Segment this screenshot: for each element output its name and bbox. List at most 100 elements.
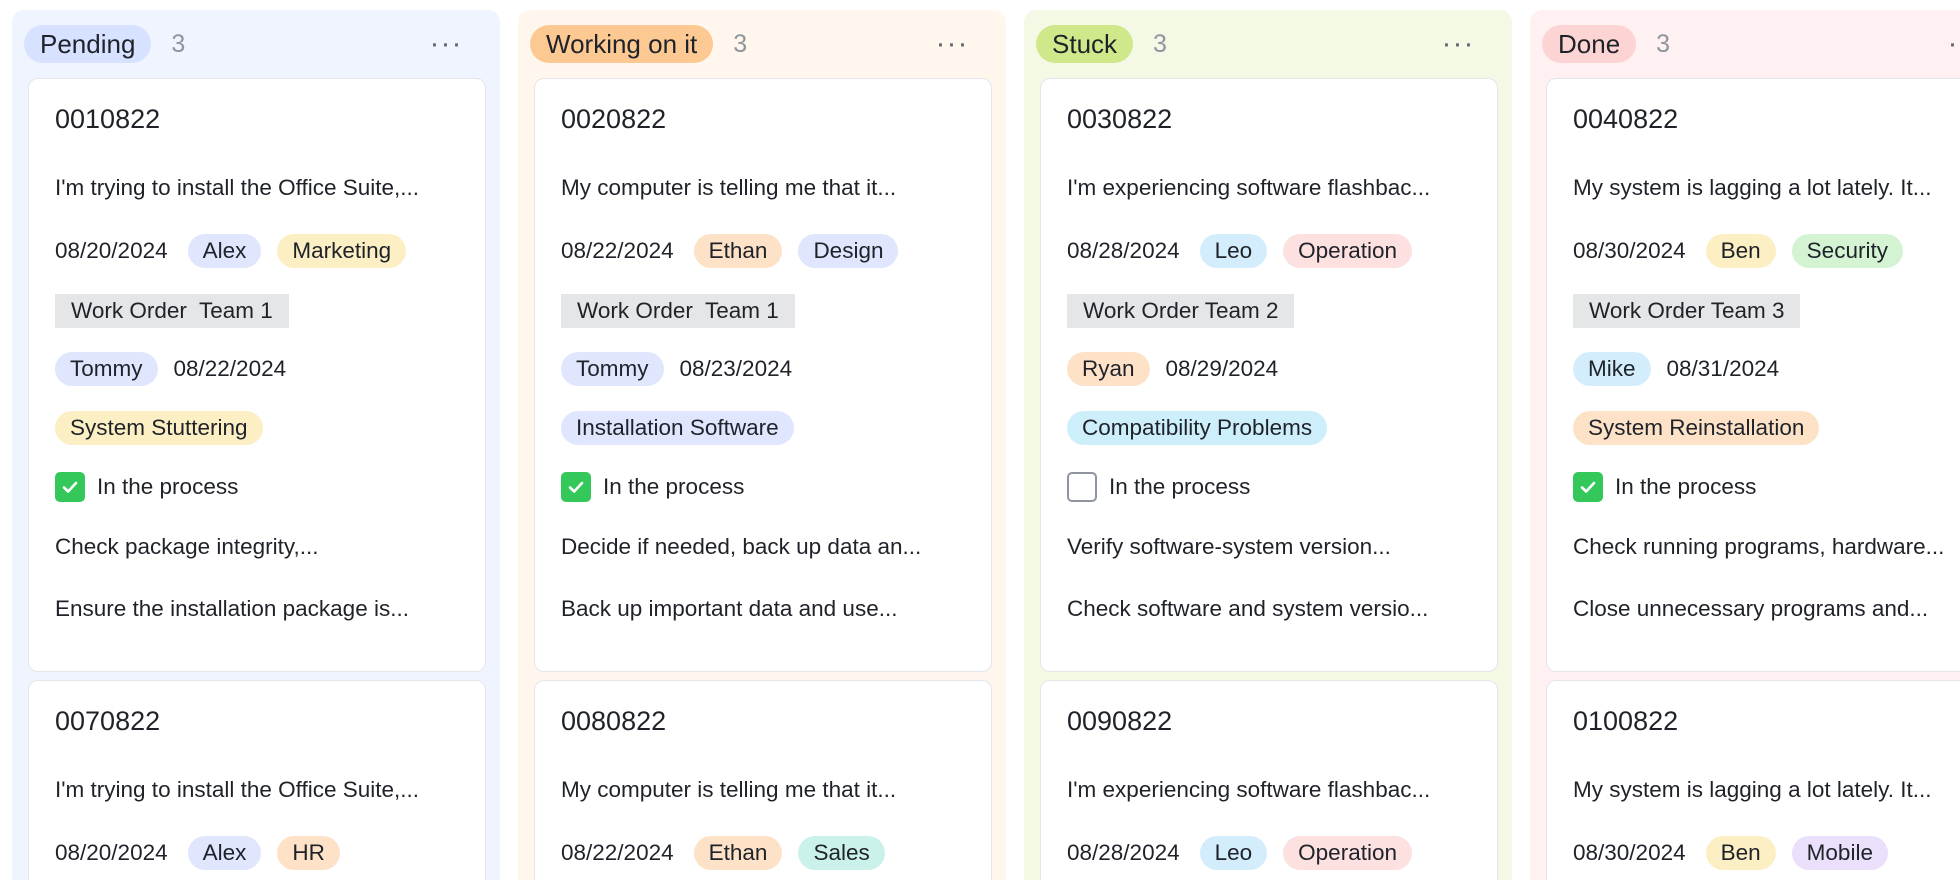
ticket-description: I'm experiencing software flashbac... xyxy=(1067,777,1431,802)
handler-date: 08/29/2024 xyxy=(1165,356,1279,381)
department-tag[interactable]: HR xyxy=(277,836,340,870)
status-pill[interactable]: Done xyxy=(1542,25,1637,63)
department-tag[interactable]: Marketing xyxy=(277,234,407,268)
checkmark-icon xyxy=(1580,481,1596,493)
ticket-id: 0070822 xyxy=(55,705,161,736)
ticket-description: I'm trying to install the Office Suite,.… xyxy=(55,777,420,802)
process-checkbox[interactable] xyxy=(1067,472,1097,502)
process-label: In the process xyxy=(1615,474,1757,499)
department-tag[interactable]: Sales xyxy=(798,836,885,870)
ticket-date: 08/28/2024 xyxy=(1067,840,1180,865)
checkmark-icon xyxy=(568,481,584,493)
ticket-date: 08/28/2024 xyxy=(1067,238,1180,263)
ticket-id: 0030822 xyxy=(1067,103,1173,134)
handler-date: 08/22/2024 xyxy=(173,356,287,381)
process-checkbox[interactable] xyxy=(1573,472,1603,502)
department-tag[interactable]: Operation xyxy=(1283,234,1412,268)
ticket-id: 0090822 xyxy=(1067,705,1173,736)
handler-date: 08/23/2024 xyxy=(679,356,793,381)
department-tag[interactable]: Mobile xyxy=(1791,836,1888,870)
ticket-id: 0010822 xyxy=(55,103,161,134)
ticket-id: 0040822 xyxy=(1573,103,1679,134)
ticket-date: 08/30/2024 xyxy=(1573,840,1686,865)
category-tag[interactable]: Compatibility Problems xyxy=(1067,411,1328,445)
column-header: Stuck 3 ··· xyxy=(1036,24,1500,64)
status-pill[interactable]: Working on it xyxy=(530,25,714,63)
ticket-description: My computer is telling me that it... xyxy=(561,175,897,200)
work-order-team: Work Order Team 3 xyxy=(1573,294,1801,328)
column-count: 3 xyxy=(171,29,186,58)
ticket-card[interactable]: 0090822 I'm experiencing software flashb… xyxy=(1040,680,1498,880)
ticket-date: 08/20/2024 xyxy=(55,238,168,263)
column-pending: Pending 3 ··· 0010822 I'm trying to inst… xyxy=(12,10,500,880)
assignee-tag[interactable]: Ethan xyxy=(693,234,783,268)
department-tag[interactable]: Design xyxy=(798,234,899,268)
column-header: Working on it 3 ··· xyxy=(530,24,994,64)
ticket-id: 0020822 xyxy=(561,103,667,134)
category-tag[interactable]: Installation Software xyxy=(561,411,794,445)
step-text: Check running programs, hardware... xyxy=(1573,534,1945,559)
category-tag[interactable]: System Stuttering xyxy=(55,411,263,445)
more-options-icon[interactable]: ··· xyxy=(426,24,466,64)
step-text: Verify software-system version... xyxy=(1067,534,1391,559)
process-label: In the process xyxy=(603,474,745,499)
ticket-card[interactable]: 0080822 My computer is telling me that i… xyxy=(534,680,992,880)
step-text: Close unnecessary programs and... xyxy=(1573,596,1929,621)
handler-tag[interactable]: Ryan xyxy=(1067,352,1150,386)
work-order-team: Work Order Team 1 xyxy=(561,294,795,328)
ticket-date: 08/30/2024 xyxy=(1573,238,1686,263)
handler-tag[interactable]: Tommy xyxy=(55,352,158,386)
assignee-tag[interactable]: Alex xyxy=(187,836,262,870)
ticket-description: I'm trying to install the Office Suite,.… xyxy=(55,175,420,200)
work-order-team: Work Order Team 2 xyxy=(1067,294,1295,328)
assignee-tag[interactable]: Ben xyxy=(1705,836,1776,870)
status-pill[interactable]: Pending xyxy=(24,25,152,63)
step-text: Decide if needed, back up data an... xyxy=(561,534,922,559)
ticket-id: 0100822 xyxy=(1573,705,1679,736)
ticket-date: 08/22/2024 xyxy=(561,238,674,263)
step-text: Check software and system versio... xyxy=(1067,596,1429,621)
assignee-tag[interactable]: Ethan xyxy=(693,836,783,870)
ticket-card[interactable]: 0020822 My computer is telling me that i… xyxy=(534,78,992,672)
column-count: 3 xyxy=(733,29,748,58)
ticket-date: 08/22/2024 xyxy=(561,840,674,865)
process-checkbox[interactable] xyxy=(561,472,591,502)
handler-tag[interactable]: Tommy xyxy=(561,352,664,386)
ticket-card[interactable]: 0070822 I'm trying to install the Office… xyxy=(28,680,486,880)
step-text: Back up important data and use... xyxy=(561,596,898,621)
department-tag[interactable]: Security xyxy=(1791,234,1903,268)
ticket-card[interactable]: 0100822 My system is lagging a lot latel… xyxy=(1546,680,1960,880)
assignee-tag[interactable]: Leo xyxy=(1199,836,1268,870)
checkmark-icon xyxy=(62,481,78,493)
status-pill[interactable]: Stuck xyxy=(1036,25,1134,63)
process-label: In the process xyxy=(97,474,239,499)
ticket-description: My system is lagging a lot lately. It... xyxy=(1573,175,1932,200)
ticket-description: My computer is telling me that it... xyxy=(561,777,897,802)
handler-date: 08/31/2024 xyxy=(1666,356,1780,381)
column-count: 3 xyxy=(1153,29,1167,58)
handler-tag[interactable]: Mike xyxy=(1573,352,1651,386)
ticket-card[interactable]: 0010822 I'm trying to install the Office… xyxy=(28,78,486,672)
more-options-icon[interactable]: ··· xyxy=(1438,24,1478,64)
more-options-icon[interactable]: ··· xyxy=(932,24,972,64)
column-header: Done 3 ··· xyxy=(1542,24,1960,64)
assignee-tag[interactable]: Ben xyxy=(1705,234,1776,268)
assignee-tag[interactable]: Alex xyxy=(187,234,262,268)
process-checkbox[interactable] xyxy=(55,472,85,502)
ticket-card[interactable]: 0040822 My system is lagging a lot latel… xyxy=(1546,78,1960,672)
ticket-date: 08/20/2024 xyxy=(55,840,168,865)
step-text: Ensure the installation package is... xyxy=(55,596,409,621)
ticket-card[interactable]: 0030822 I'm experiencing software flashb… xyxy=(1040,78,1498,672)
ticket-description: My system is lagging a lot lately. It... xyxy=(1573,777,1932,802)
column-working-on-it: Working on it 3 ··· 0020822 My computer … xyxy=(518,10,1006,880)
work-order-team: Work Order Team 1 xyxy=(55,294,289,328)
process-label: In the process xyxy=(1109,474,1251,499)
department-tag[interactable]: Operation xyxy=(1283,836,1412,870)
column-done: Done 3 ··· 0040822 My system is lagging … xyxy=(1530,10,1960,880)
assignee-tag[interactable]: Leo xyxy=(1199,234,1268,268)
category-tag[interactable]: System Reinstallation xyxy=(1573,411,1820,445)
step-text: Check package integrity,... xyxy=(55,534,319,559)
column-header: Pending 3 ··· xyxy=(24,24,488,64)
more-options-icon[interactable]: ··· xyxy=(1944,24,1960,64)
ticket-description: I'm experiencing software flashbac... xyxy=(1067,175,1431,200)
